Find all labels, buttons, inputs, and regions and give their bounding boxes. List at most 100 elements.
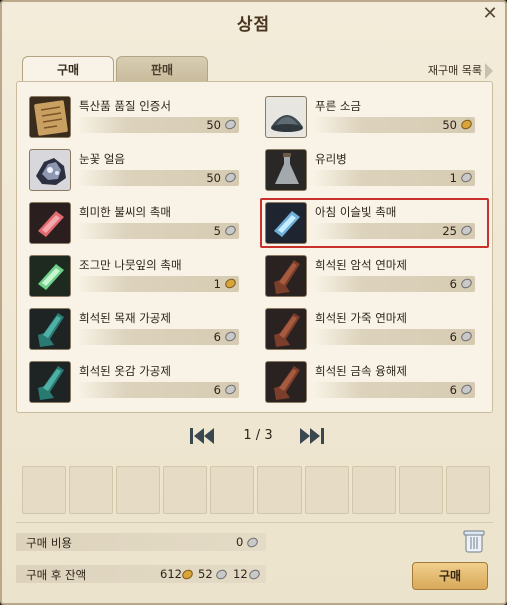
- ice-icon: [29, 149, 71, 191]
- silver-coin-icon: [461, 384, 472, 395]
- silver-coin-icon: [225, 384, 236, 395]
- green-crystal-icon: [29, 255, 71, 297]
- item-price: 50: [206, 171, 221, 185]
- purchase-slot[interactable]: [304, 466, 349, 514]
- silver-coin-icon: [461, 278, 472, 289]
- item-price-bar: 6: [313, 382, 475, 398]
- rebuy-list-link[interactable]: 재구매 목록: [428, 62, 493, 79]
- silver-coin-icon: [247, 537, 258, 548]
- item-price: 6: [449, 330, 457, 344]
- purchase-slot[interactable]: [445, 466, 490, 514]
- item-price: 6: [213, 330, 221, 344]
- item-price: 1: [213, 277, 221, 291]
- silver-coin-icon: [461, 172, 472, 183]
- item-name: 푸른 소금: [315, 99, 361, 113]
- purchase-cost-value: 0: [236, 535, 244, 549]
- shop-item[interactable]: 특산품 품질 인증서 50: [29, 96, 239, 144]
- item-name: 조그만 나뭇잎의 촉매: [79, 258, 182, 272]
- silver-coin-icon: [225, 225, 236, 236]
- shop-item[interactable]: 희미한 불씨의 촉매 5: [29, 202, 239, 250]
- brown-flask-icon: [265, 255, 307, 297]
- bottle-icon: [265, 149, 307, 191]
- purchase-slot[interactable]: [257, 466, 302, 514]
- item-price-bar: 50: [313, 117, 475, 133]
- item-name: 희석된 옷감 가공제: [79, 364, 171, 378]
- purchase-slot[interactable]: [116, 466, 161, 514]
- item-price: 6: [449, 383, 457, 397]
- purchase-slot[interactable]: [210, 466, 255, 514]
- shop-item[interactable]: 유리병 1: [265, 149, 475, 197]
- purchase-slot[interactable]: [163, 466, 208, 514]
- balance-silver: 52: [198, 567, 213, 581]
- brown-flask-icon: [265, 361, 307, 403]
- window-title: 상점: [236, 15, 271, 35]
- item-price: 50: [206, 118, 221, 132]
- item-name: 유리병: [315, 152, 347, 166]
- item-price-bar: 50: [77, 117, 239, 133]
- item-name: 희석된 가죽 연마제: [315, 311, 407, 325]
- item-price: 50: [442, 118, 457, 132]
- balance-label: 구매 후 잔액: [26, 568, 87, 582]
- item-name: 특산품 품질 인증서: [79, 99, 171, 113]
- rebuy-list-label: 재구매 목록: [427, 64, 482, 77]
- gold-coin-icon: [182, 569, 193, 580]
- pagination: 1 / 3: [188, 426, 328, 446]
- gold-coin-icon: [461, 119, 472, 130]
- silver-coin-icon: [225, 331, 236, 342]
- tab-buy[interactable]: 구매: [22, 56, 114, 84]
- teal-flask-icon: [29, 308, 71, 350]
- balance-copper: 12: [233, 567, 248, 581]
- first-page-icon[interactable]: [188, 426, 216, 446]
- silver-coin-icon: [216, 569, 227, 580]
- red-crystal-icon: [29, 202, 71, 244]
- buy-button[interactable]: 구매: [412, 562, 488, 590]
- item-name: 눈꽃 얼음: [79, 152, 125, 166]
- item-price-bar: 50: [77, 170, 239, 186]
- last-page-icon[interactable]: [298, 426, 326, 446]
- shop-item[interactable]: 희석된 금속 융해제 6: [265, 361, 475, 409]
- item-name: 희미한 불씨의 촉매: [79, 205, 171, 219]
- purchase-cost-label: 구매 비용: [26, 536, 72, 550]
- shop-item[interactable]: 희석된 가죽 연마제 6: [265, 308, 475, 356]
- shop-item[interactable]: 희석된 옷감 가공제 6: [29, 361, 239, 409]
- shop-item[interactable]: 희석된 목재 가공제 6: [29, 308, 239, 356]
- arrow-right-icon: [485, 63, 493, 79]
- item-price-bar: 1: [77, 276, 239, 292]
- purchase-slot[interactable]: [351, 466, 396, 514]
- title-bar: 상점 ✕: [2, 2, 505, 42]
- item-name: 희석된 금속 융해제: [315, 364, 407, 378]
- item-price-bar: 6: [77, 382, 239, 398]
- item-price: 5: [213, 224, 221, 238]
- purchase-slot[interactable]: [22, 466, 67, 514]
- shop-item[interactable]: 눈꽃 얼음 50: [29, 149, 239, 197]
- close-icon[interactable]: ✕: [481, 5, 499, 23]
- shop-item[interactable]: 조그만 나뭇잎의 촉매 1: [29, 255, 239, 303]
- item-price-bar: 6: [313, 276, 475, 292]
- item-price-bar: 1: [313, 170, 475, 186]
- balance-gold: 612: [160, 567, 182, 581]
- certificate-icon: [29, 96, 71, 138]
- item-list-panel: 특산품 품질 인증서 50 푸른 소금 50 눈꽃 얼음 50 유리병 1 희미…: [16, 81, 493, 413]
- salt-icon: [265, 96, 307, 138]
- item-price-bar: 6: [313, 329, 475, 345]
- copper-coin-icon: [249, 569, 260, 580]
- item-name: 희석된 목재 가공제: [79, 311, 171, 325]
- silver-coin-icon: [225, 172, 236, 183]
- purchase-slot[interactable]: [69, 466, 114, 514]
- item-price: 6: [449, 277, 457, 291]
- item-price-bar: 6: [77, 329, 239, 345]
- purchase-slots: [22, 466, 490, 514]
- shop-window: 상점 ✕ 구매 판매 재구매 목록 특산품 품질 인증서 50 푸른 소금 50…: [0, 0, 507, 605]
- gold-coin-icon: [225, 278, 236, 289]
- shop-item[interactable]: 희석된 암석 연마제 6: [265, 255, 475, 303]
- footer-divider: [16, 522, 493, 523]
- tab-sell[interactable]: 판매: [116, 56, 208, 82]
- teal-flask-icon: [29, 361, 71, 403]
- silver-coin-icon: [225, 119, 236, 130]
- brown-flask-icon: [265, 308, 307, 350]
- selection-highlight: [260, 198, 489, 248]
- shop-item[interactable]: 푸른 소금 50: [265, 96, 475, 144]
- item-price: 6: [213, 383, 221, 397]
- trash-icon[interactable]: [462, 528, 486, 554]
- purchase-slot[interactable]: [398, 466, 443, 514]
